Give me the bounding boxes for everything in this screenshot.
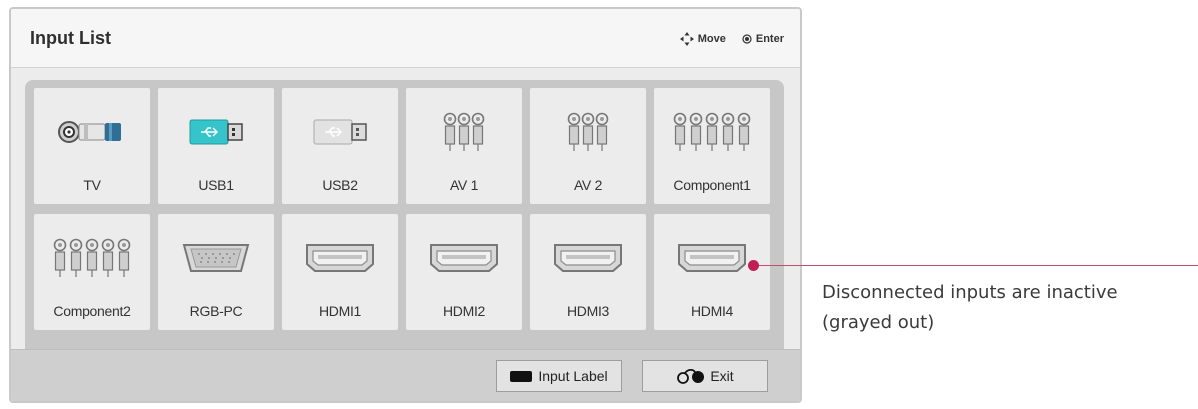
input-tile-av2[interactable]: AV 2 xyxy=(530,88,646,204)
hint-enter-label: Enter xyxy=(755,33,784,45)
hdmi-connector-icon xyxy=(306,244,374,272)
input-label: HDMI3 xyxy=(566,303,610,319)
input-list-panel: Input List Move Enter TV USB1 USB2 AV 1 … xyxy=(9,7,802,403)
exit-button-text: Exit xyxy=(710,368,734,384)
callout-dot xyxy=(748,260,759,271)
rca-5-connector-icon xyxy=(53,238,131,277)
input-tile-hdmi1[interactable]: HDMI1 xyxy=(282,214,398,330)
enter-button-icon xyxy=(742,34,752,44)
antenna-connector-icon xyxy=(58,121,121,143)
input-label: HDMI4 xyxy=(690,303,734,319)
input-label: TV xyxy=(83,177,101,193)
panel-footer: Input Label Exit xyxy=(11,349,800,401)
input-tile-hdmi4[interactable]: HDMI4 xyxy=(654,214,770,330)
input-label: Component2 xyxy=(53,303,131,319)
move-arrows-icon xyxy=(679,32,694,46)
input-tile-component1[interactable]: Component1 xyxy=(654,88,770,204)
black-key-icon xyxy=(510,370,533,382)
input-label: Component1 xyxy=(673,177,751,193)
nav-hints: Move Enter xyxy=(679,32,784,46)
usb-icon xyxy=(189,119,243,145)
callout-line xyxy=(754,265,1198,266)
input-grid: TV USB1 USB2 AV 1 AV 2 Component1 Compon… xyxy=(25,80,784,362)
input-label: USB2 xyxy=(322,177,358,193)
exit-button[interactable]: Exit xyxy=(642,360,768,392)
input-tile-usb1[interactable]: USB1 xyxy=(158,88,274,204)
hdmi-connector-icon xyxy=(554,244,622,272)
back-exit-icon xyxy=(677,368,705,384)
input-label: RGB-PC xyxy=(189,303,243,319)
hdmi-connector-icon xyxy=(430,244,498,272)
vga-connector-icon xyxy=(182,244,250,272)
input-label: HDMI2 xyxy=(442,303,486,319)
input-label-button[interactable]: Input Label xyxy=(496,360,622,392)
input-label: USB1 xyxy=(198,177,234,193)
page-title: Input List xyxy=(30,28,111,48)
input-tile-usb2[interactable]: USB2 xyxy=(282,88,398,204)
input-label: HDMI1 xyxy=(318,303,362,319)
input-label: AV 2 xyxy=(573,177,603,193)
input-tile-hdmi3[interactable]: HDMI3 xyxy=(530,214,646,330)
rca-5-connector-icon xyxy=(673,112,751,151)
input-label: AV 1 xyxy=(449,177,479,193)
rca-3-connector-icon xyxy=(443,112,485,151)
input-tile-hdmi2[interactable]: HDMI2 xyxy=(406,214,522,330)
input-tile-av1[interactable]: AV 1 xyxy=(406,88,522,204)
input-tile-component2[interactable]: Component2 xyxy=(34,214,150,330)
input-tile-tv[interactable]: TV xyxy=(34,88,150,204)
input-tile-rgb-pc[interactable]: RGB-PC xyxy=(158,214,274,330)
hdmi-connector-icon xyxy=(678,244,746,272)
usb-icon xyxy=(313,119,367,145)
input-label-button-text: Input Label xyxy=(538,368,608,384)
panel-header: Input List Move Enter xyxy=(11,9,800,68)
rca-3-connector-icon xyxy=(567,112,609,151)
callout-text: Disconnected inputs are inactive (grayed… xyxy=(822,282,1118,333)
hint-move-label: Move xyxy=(697,33,726,45)
